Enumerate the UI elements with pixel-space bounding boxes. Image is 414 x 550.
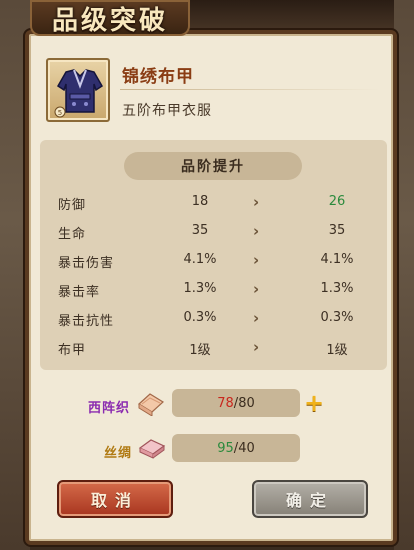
arrow-right-icon: › [253, 251, 260, 269]
stat-name: 生命 [58, 227, 87, 242]
confirm-button[interactable]: 确定 [252, 480, 368, 518]
material-have: 95 [217, 440, 234, 456]
svg-text:5: 5 [58, 109, 62, 117]
material-need: 80 [238, 395, 255, 411]
add-material-button[interactable]: + [303, 389, 325, 417]
stat-old-value: 4.1% [183, 252, 217, 267]
item-name: 锦绣布甲 [122, 67, 194, 87]
item-description: 五阶布甲衣服 [122, 103, 212, 119]
stat-old-value: 1.3% [183, 281, 217, 296]
stat-name: 暴击率 [58, 285, 101, 300]
stat-new-value: 4.1% [320, 252, 354, 267]
panel-heading-label: 品阶提升 [181, 159, 245, 175]
stat-name: 防御 [58, 198, 87, 213]
material-have: 78 [217, 395, 234, 411]
armor-icon: 5 [54, 69, 103, 118]
arrow-right-icon: › [253, 338, 260, 356]
background-right [394, 0, 414, 550]
stat-row: 暴击率 1.3% › 1.3% [40, 280, 387, 301]
stat-old-value: 35 [191, 223, 209, 238]
stat-new-value: 26 [328, 194, 346, 209]
material-name-xizhenzhi: 西阵织 [88, 401, 131, 416]
material-count-bar: 95 / 40 [172, 434, 300, 462]
stat-row: 防御 18 › 26 [40, 193, 387, 214]
panel-heading: 品阶提升 [124, 152, 302, 180]
arrow-right-icon: › [253, 309, 260, 327]
arrow-right-icon: › [253, 280, 260, 298]
dialog-title: 品级突破 [51, 5, 168, 36]
stat-old-value: 1级 [189, 343, 211, 358]
item-slot[interactable]: 5 [46, 58, 110, 122]
stat-row: 生命 35 › 35 [40, 222, 387, 243]
stat-new-value: 35 [328, 223, 346, 238]
stat-row: 布甲 1级 › 1级 [40, 338, 387, 359]
cancel-button[interactable]: 取消 [57, 480, 173, 518]
stat-new-value: 0.3% [320, 310, 354, 325]
stat-new-value: 1级 [326, 343, 348, 358]
stat-old-value: 0.3% [183, 310, 217, 325]
material-need: 40 [238, 440, 255, 456]
stat-row: 暴击抗性 0.3% › 0.3% [40, 309, 387, 330]
stat-row: 暴击伤害 4.1% › 4.1% [40, 251, 387, 272]
title-banner: 品级突破 [30, 0, 190, 36]
stat-new-value: 1.3% [320, 281, 354, 296]
stat-name: 暴击抗性 [58, 314, 115, 329]
material-count-bar: 78 / 80 [172, 389, 300, 417]
fabric-bolt-icon [138, 393, 164, 416]
item-divider [120, 89, 380, 90]
material-name-silk: 丝绸 [104, 446, 133, 461]
silk-icon [138, 439, 166, 459]
stat-name: 暴击伤害 [58, 256, 115, 271]
arrow-right-icon: › [253, 193, 260, 211]
stat-old-value: 18 [191, 194, 209, 209]
arrow-right-icon: › [253, 222, 260, 240]
stat-name: 布甲 [58, 343, 87, 358]
